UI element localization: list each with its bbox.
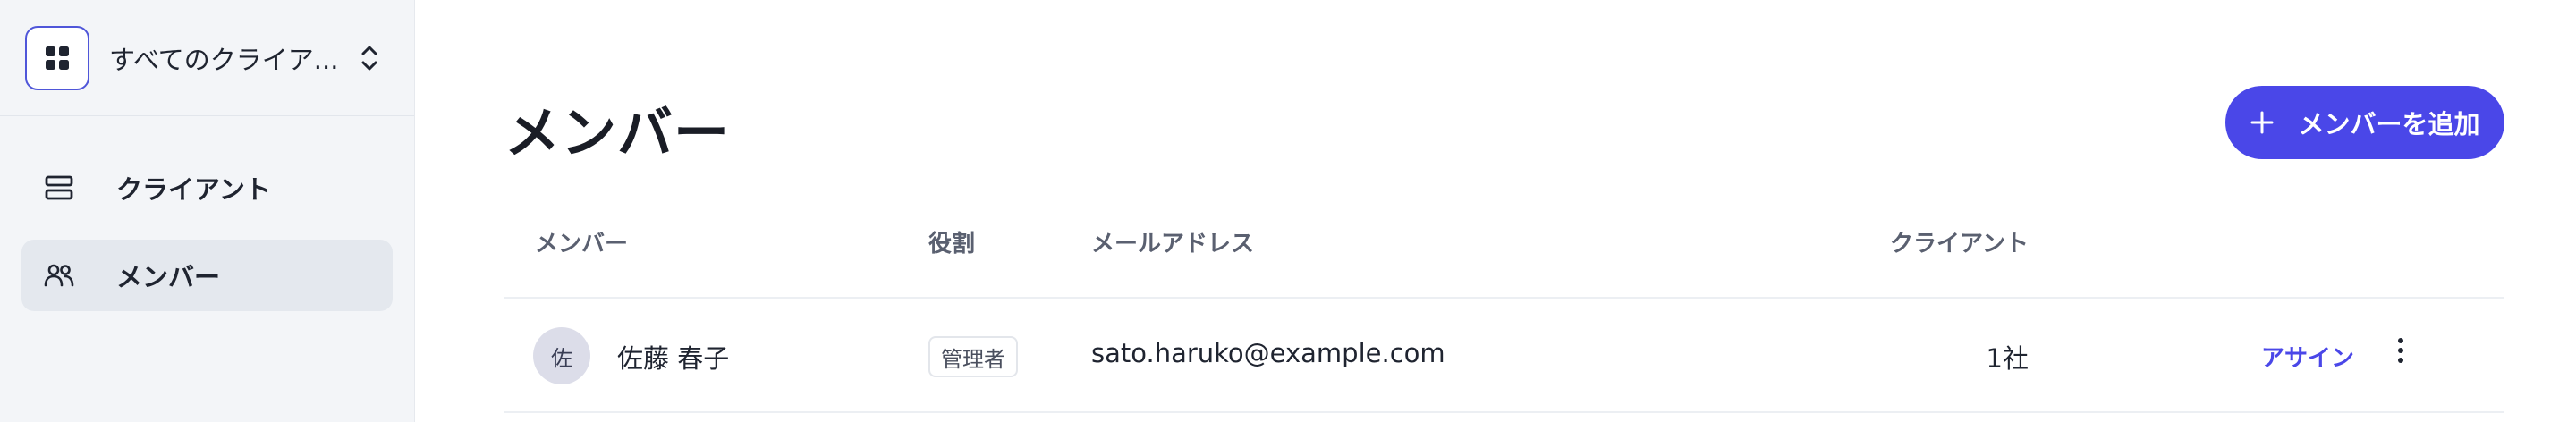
app-root: すべてのクライア... クライアント メンバー メンバー メンバーを追加 メンバ… [0, 0, 2576, 422]
sidebar-item-clients[interactable]: クライアント [21, 152, 393, 224]
member-name: 佐藤 春子 [617, 343, 730, 374]
role-badge: 管理者 [928, 336, 1018, 377]
column-header-role[interactable]: 役割 [928, 225, 975, 258]
column-header-clients[interactable]: クライアント [1890, 225, 2029, 258]
sidebar-item-members[interactable]: メンバー [21, 240, 393, 311]
sidebar: すべてのクライア... クライアント メンバー [0, 0, 415, 422]
avatar: 佐 [533, 327, 590, 384]
workspace-switcher[interactable]: すべてのクライア... [0, 0, 414, 116]
column-header-email[interactable]: メールアドレス [1091, 225, 1254, 258]
sidebar-item-label: メンバー [116, 262, 221, 292]
member-email: sato.haruko@example.com [1091, 338, 1445, 368]
plus-icon [2250, 110, 2275, 135]
server-stack-icon [41, 170, 77, 206]
users-icon [41, 257, 77, 293]
client-count: 1社 [1986, 343, 2029, 374]
page-title: メンバー [504, 100, 731, 165]
add-member-button[interactable]: メンバーを追加 [2225, 86, 2504, 159]
sidebar-nav: クライアント メンバー [0, 116, 414, 311]
column-header-member[interactable]: メンバー [535, 225, 628, 258]
members-table: メンバー 役割 メールアドレス クライアント 佐 佐藤 春子 管理者 sato.… [504, 198, 2504, 413]
more-vertical-icon[interactable] [2383, 331, 2419, 370]
add-member-label: メンバーを追加 [2298, 109, 2480, 139]
main-content: メンバー メンバーを追加 メンバー 役割 メールアドレス クライアント 佐 佐藤… [415, 0, 2576, 422]
table-header: メンバー 役割 メールアドレス クライアント [504, 198, 2504, 299]
sidebar-item-label: クライアント [116, 174, 271, 205]
assign-link[interactable]: アサイン [2261, 340, 2354, 373]
chevron-up-down-icon[interactable] [357, 40, 382, 76]
table-row: 佐 佐藤 春子 管理者 sato.haruko@example.com 1社 ア… [504, 299, 2504, 413]
grid-icon [25, 25, 89, 90]
workspace-label: すべてのクライア... [109, 44, 339, 75]
